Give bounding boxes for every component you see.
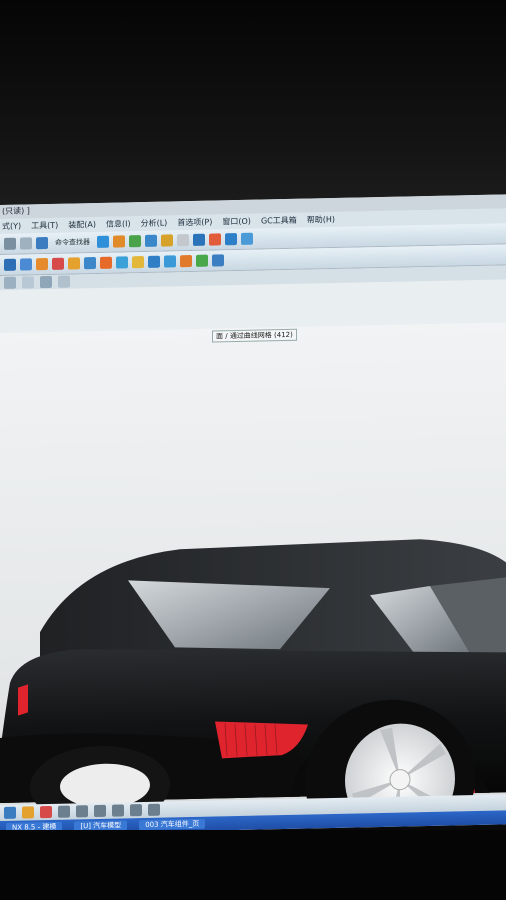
selection-rule: 通过曲线网格 (412) <box>229 330 293 341</box>
graphics-viewport[interactable]: 面 / 通过曲线网格 (412) <box>0 322 506 835</box>
undo-icon[interactable] <box>4 237 16 250</box>
snap-icon[interactable] <box>22 276 34 289</box>
sweep-icon[interactable] <box>84 256 96 270</box>
extrude-icon[interactable] <box>36 257 48 271</box>
menu-item-help[interactable]: 帮助(H) <box>307 214 335 226</box>
monitor-bezel-top <box>0 0 506 210</box>
menu-item-assembly[interactable]: 装配(A) <box>68 219 96 231</box>
layer-icon[interactable] <box>145 234 157 247</box>
block-icon[interactable] <box>225 233 237 246</box>
menu-item-preferences[interactable]: 首选项(P) <box>177 217 212 229</box>
point-icon[interactable] <box>148 803 160 816</box>
edge-icon[interactable] <box>180 254 192 268</box>
mesh-icon[interactable] <box>116 256 128 269</box>
selection-filter-tag: 面 / 通过曲线网格 (412) <box>212 328 297 343</box>
surface-icon[interactable] <box>193 233 205 246</box>
redo-icon[interactable] <box>20 237 32 250</box>
shade-icon[interactable] <box>129 235 141 248</box>
menu-item-tools[interactable]: 工具(T) <box>31 220 58 232</box>
window-title: (只读) ] <box>2 206 30 216</box>
blend-icon[interactable] <box>68 257 80 270</box>
menu-item-gc-toolbox[interactable]: GC工具箱 <box>261 215 297 227</box>
grid-icon[interactable] <box>4 258 16 271</box>
taskbar-item-assembly[interactable]: 003 汽车组件_页 <box>139 818 206 831</box>
rectangle-icon[interactable] <box>112 804 124 817</box>
feature-icon[interactable] <box>161 234 173 247</box>
line-icon[interactable] <box>58 805 70 818</box>
section-icon[interactable] <box>40 805 52 819</box>
curve-icon[interactable] <box>196 254 208 267</box>
circle-icon[interactable] <box>94 804 106 818</box>
command-finder-icon[interactable] <box>36 236 48 250</box>
menu-item-analysis[interactable]: 分析(L) <box>141 217 168 229</box>
sew-icon[interactable] <box>148 255 160 268</box>
left-taillight <box>18 684 28 716</box>
point-snap-icon[interactable] <box>40 275 52 289</box>
nx-application-window: (只读) ] 式(Y) 工具(T) 装配(A) 信息(I) 分析(L) 首选项(… <box>0 194 506 835</box>
face-icon[interactable] <box>164 255 176 268</box>
monitor-bezel-bottom <box>0 830 506 900</box>
menu-item-format[interactable]: 式(Y) <box>2 221 21 232</box>
studio-surface-icon[interactable] <box>212 254 224 267</box>
analysis-icon[interactable] <box>209 233 221 246</box>
snap-point-icon[interactable] <box>4 806 16 819</box>
view-icon[interactable] <box>97 235 109 248</box>
offset-icon[interactable] <box>132 255 144 269</box>
menu-item-window[interactable]: 窗口(O) <box>222 216 251 228</box>
menu-item-information[interactable]: 信息(I) <box>106 218 131 230</box>
spline-icon[interactable] <box>130 804 142 817</box>
trim-icon[interactable] <box>100 256 112 269</box>
render-icon[interactable] <box>113 235 125 248</box>
selection-scope: 面 <box>216 332 223 341</box>
command-finder-button[interactable]: 命令查找器 <box>52 237 93 248</box>
revolve-icon[interactable] <box>52 257 64 270</box>
selection-scope-icon[interactable] <box>58 275 70 288</box>
filter-icon[interactable] <box>4 276 16 289</box>
sketch-icon[interactable] <box>20 258 32 271</box>
color-swatch-icon[interactable] <box>177 234 189 247</box>
car-model[interactable] <box>0 322 506 835</box>
arc-icon[interactable] <box>76 805 88 818</box>
measure-icon[interactable] <box>22 806 34 819</box>
cylinder-icon[interactable] <box>241 232 253 245</box>
